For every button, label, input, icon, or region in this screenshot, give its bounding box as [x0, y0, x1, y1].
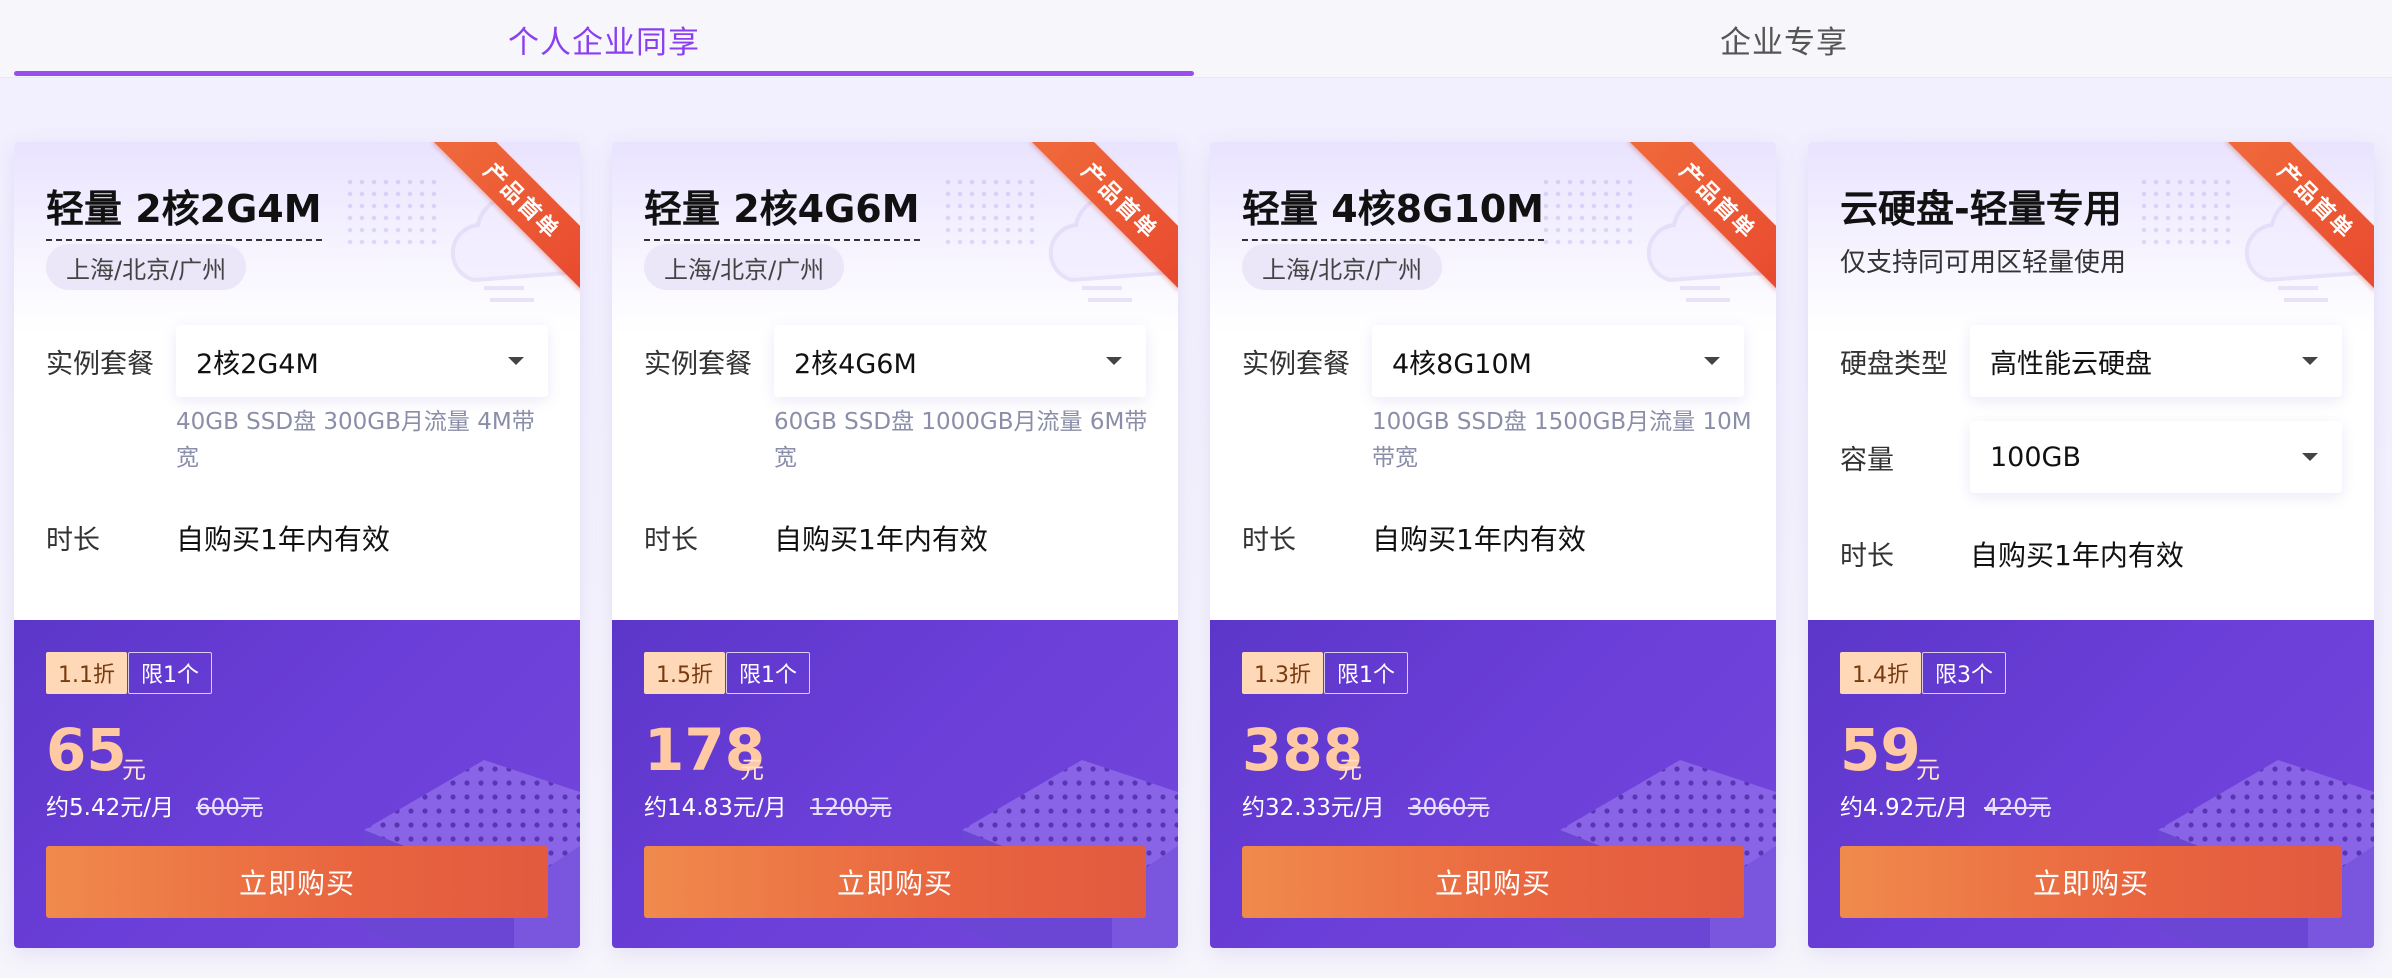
dot-pattern-decoration — [2138, 176, 2238, 246]
price-unit: 元 — [122, 756, 146, 784]
duration-label: 时长 — [1242, 525, 1296, 556]
product-card-4: 产品首单 云硬盘-轻量专用 仅支持同可用区轻量使用 硬盘类型 高性能云硬盘 容量… — [1808, 142, 2374, 948]
caret-down-icon — [2302, 357, 2318, 365]
original-price: 420元 — [1984, 795, 2051, 821]
price-area: 1.3折 限1个 388 元 约32.33元/月 3060元 立即购买 — [1210, 620, 1776, 948]
caret-down-icon — [2302, 453, 2318, 461]
price: 59 — [1840, 716, 1921, 784]
card-header-area: 产品首单 云硬盘-轻量专用 仅支持同可用区轻量使用 硬盘类型 高性能云硬盘 容量… — [1808, 142, 2374, 620]
tab-personal-enterprise[interactable]: 个人企业同享 — [14, 0, 1194, 78]
product-title[interactable]: 轻量 2核4G6M — [644, 178, 920, 241]
duration-value: 自购买1年内有效 — [176, 523, 390, 556]
limit-badge: 限1个 — [726, 652, 810, 694]
limit-badge: 限3个 — [1922, 652, 2006, 694]
buy-now-button[interactable]: 立即购买 — [1242, 846, 1744, 918]
disk-type-select-value: 高性能云硬盘 — [1990, 348, 2152, 380]
discount-badge: 1.3折 — [1242, 652, 1323, 694]
buy-now-button[interactable]: 立即购买 — [644, 846, 1146, 918]
product-card-1: 产品首单 轻量 2核2G4M 上海/北京/广州 实例套餐 2核2G4M 40GB… — [14, 142, 580, 948]
original-price: 600元 — [196, 795, 263, 821]
product-card-3: 产品首单 轻量 4核8G10M 上海/北京/广州 实例套餐 4核8G10M 10… — [1210, 142, 1776, 948]
package-spec-text: 100GB SSD盘 1500GB月流量 10M带宽 — [1372, 409, 1752, 471]
package-select-value: 2核4G6M — [794, 348, 917, 380]
discount-badge: 1.1折 — [46, 652, 127, 694]
limit-badge: 限1个 — [128, 652, 212, 694]
limit-badge: 限1个 — [1324, 652, 1408, 694]
price-unit: 元 — [740, 756, 764, 784]
card-header-area: 产品首单 轻量 4核8G10M 上海/北京/广州 实例套餐 4核8G10M 10… — [1210, 142, 1776, 620]
package-spec-text: 40GB SSD盘 300GB月流量 4M带宽 — [176, 409, 535, 471]
discount-badge: 1.5折 — [644, 652, 725, 694]
dot-pattern-decoration — [344, 176, 444, 246]
duration-label: 时长 — [644, 525, 698, 556]
price-unit: 元 — [1338, 756, 1362, 784]
capacity-select[interactable]: 100GB — [1970, 421, 2342, 493]
dot-pattern-decoration — [1540, 176, 1640, 246]
product-subtitle: 仅支持同可用区轻量使用 — [1840, 248, 2127, 278]
package-label: 实例套餐 — [46, 349, 154, 380]
package-select-value: 4核8G10M — [1392, 348, 1532, 380]
caret-down-icon — [508, 357, 524, 365]
package-label: 实例套餐 — [1242, 349, 1350, 380]
product-card-2: 产品首单 轻量 2核4G6M 上海/北京/广州 实例套餐 2核4G6M 60GB… — [612, 142, 1178, 948]
duration-value: 自购买1年内有效 — [774, 523, 988, 556]
buy-now-button[interactable]: 立即购买 — [46, 846, 548, 918]
package-label: 实例套餐 — [644, 349, 752, 380]
monthly-price: 约4.92元/月 — [1840, 795, 1968, 821]
product-title[interactable]: 轻量 4核8G10M — [1242, 178, 1544, 241]
original-price: 1200元 — [810, 795, 892, 821]
tab-enterprise-only[interactable]: 企业专享 — [1194, 0, 2374, 78]
price-area: 1.1折 限1个 65 元 约5.42元/月 600元 立即购买 — [14, 620, 580, 948]
active-tab-indicator — [14, 71, 1194, 76]
monthly-price: 约32.33元/月 — [1242, 795, 1385, 821]
disk-type-label: 硬盘类型 — [1840, 349, 1948, 380]
price-unit: 元 — [1916, 756, 1940, 784]
caret-down-icon — [1106, 357, 1122, 365]
region-chip: 上海/北京/广州 — [1242, 244, 1443, 290]
capacity-label: 容量 — [1840, 445, 1894, 476]
card-header-area: 产品首单 轻量 2核2G4M 上海/北京/广州 实例套餐 2核2G4M 40GB… — [14, 142, 580, 620]
price-area: 1.5折 限1个 178 元 约14.83元/月 1200元 立即购买 — [612, 620, 1178, 948]
package-select[interactable]: 2核4G6M — [774, 325, 1146, 397]
duration-value: 自购买1年内有效 — [1970, 539, 2184, 572]
package-select[interactable]: 4核8G10M — [1372, 325, 1744, 397]
package-select-value: 2核2G4M — [196, 348, 319, 380]
price: 65 — [46, 716, 127, 784]
capacity-select-value: 100GB — [1990, 441, 2081, 473]
region-chip: 上海/北京/广州 — [644, 244, 845, 290]
monthly-price: 约5.42元/月 — [46, 795, 174, 821]
dot-pattern-decoration — [942, 176, 1042, 246]
package-spec-text: 60GB SSD盘 1000GB月流量 6M带宽 — [774, 409, 1148, 471]
discount-badge: 1.4折 — [1840, 652, 1921, 694]
duration-value: 自购买1年内有效 — [1372, 523, 1586, 556]
product-title: 云硬盘-轻量专用 — [1840, 187, 2122, 231]
duration-label: 时长 — [46, 525, 100, 556]
caret-down-icon — [1704, 357, 1720, 365]
price-area: 1.4折 限3个 59 元 约4.92元/月 420元 立即购买 — [1808, 620, 2374, 948]
region-chip: 上海/北京/广州 — [46, 244, 247, 290]
buy-now-button[interactable]: 立即购买 — [1840, 846, 2342, 918]
card-header-area: 产品首单 轻量 2核4G6M 上海/北京/广州 实例套餐 2核4G6M 60GB… — [612, 142, 1178, 620]
disk-type-select[interactable]: 高性能云硬盘 — [1970, 325, 2342, 397]
product-title[interactable]: 轻量 2核2G4M — [46, 178, 322, 241]
duration-label: 时长 — [1840, 541, 1894, 572]
original-price: 3060元 — [1408, 795, 1490, 821]
tab-bar: 个人企业同享 企业专享 — [0, 0, 2392, 78]
package-select[interactable]: 2核2G4M — [176, 325, 548, 397]
monthly-price: 约14.83元/月 — [644, 795, 787, 821]
